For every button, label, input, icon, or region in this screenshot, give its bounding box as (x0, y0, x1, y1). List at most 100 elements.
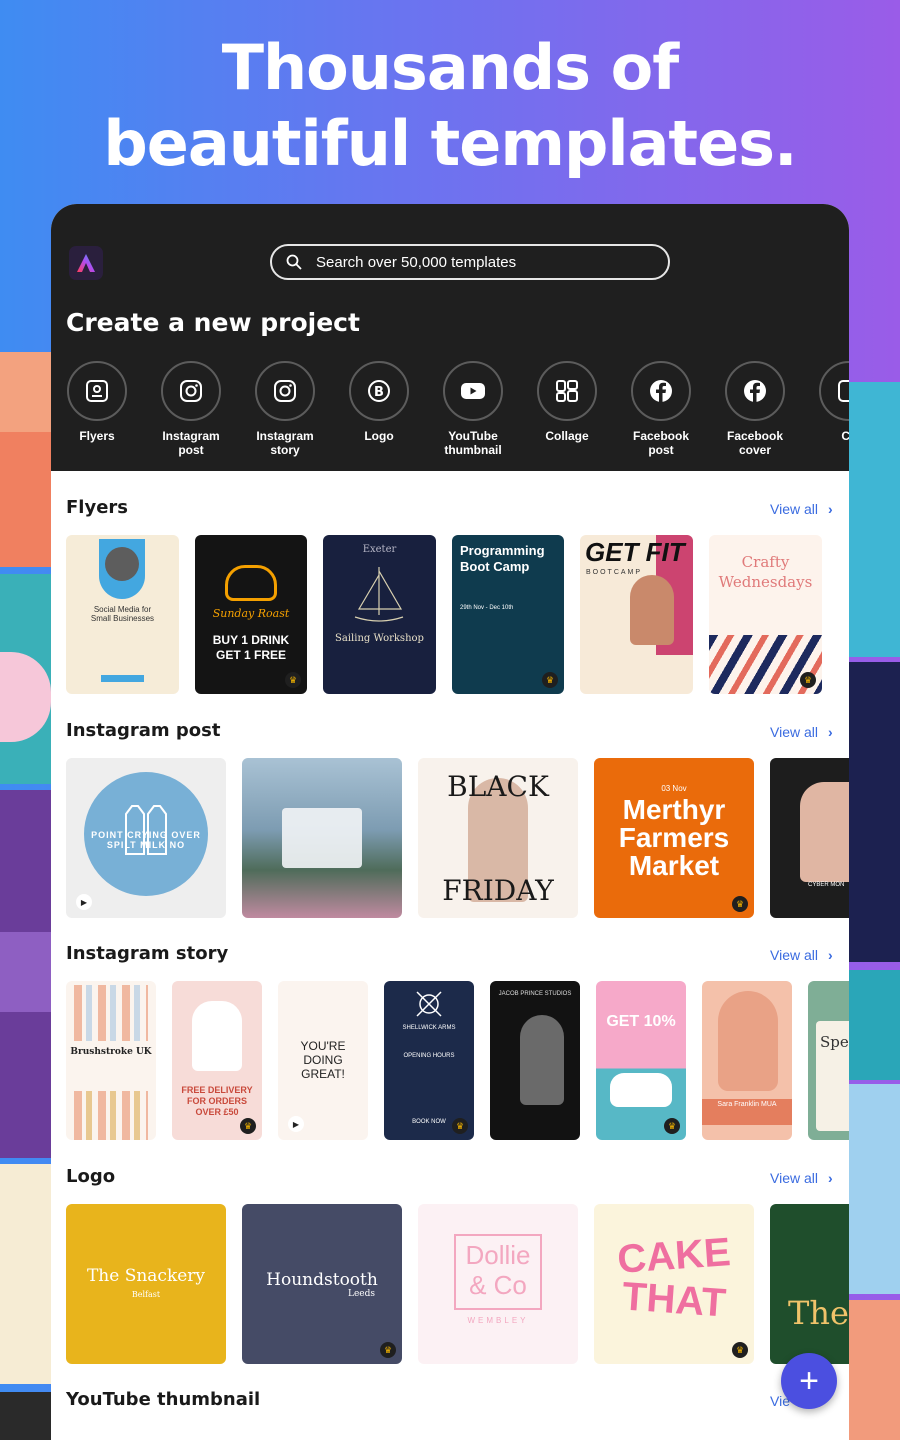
card-text: FOR ORDERS (186, 1096, 247, 1106)
template-card[interactable] (242, 758, 402, 918)
add-project-button[interactable]: + (781, 1353, 837, 1409)
template-card[interactable]: GET 10% ♛ (596, 981, 686, 1140)
search-placeholder: Search over 50,000 templates (316, 253, 517, 271)
view-all-flyers[interactable]: View all › (770, 501, 833, 517)
type-label-2: post (178, 443, 204, 457)
facebook-icon (650, 380, 672, 402)
template-card[interactable]: Crafty Wednesdays ♛ (709, 535, 822, 694)
create-title: Create a new project (66, 308, 360, 337)
template-card[interactable]: Brushstroke UK (66, 981, 156, 1140)
chevron-right-icon: › (828, 1170, 833, 1186)
card-text: Belfast (131, 1290, 161, 1299)
template-card[interactable]: Sara Franklin MUA (702, 981, 792, 1140)
template-card[interactable]: FREE DELIVERY FOR ORDERS OVER £50 ♛ (172, 981, 262, 1140)
section-title-logo: Logo (66, 1166, 116, 1187)
search-icon (286, 254, 302, 270)
card-text: CYBER MON (808, 882, 845, 888)
premium-crown-icon: ♛ (732, 1342, 748, 1358)
play-icon: ▶ (76, 894, 92, 910)
template-card[interactable]: JACOB PRINCE STUDIOS (490, 981, 580, 1140)
premium-crown-icon: ♛ (240, 1118, 256, 1134)
card-text: WEMBLEY (467, 1316, 529, 1325)
premium-crown-icon: ♛ (542, 672, 558, 688)
app-logo-icon[interactable] (69, 246, 103, 280)
template-card[interactable]: CAKE THAT ♛ (594, 1204, 754, 1364)
card-text: Houndstooth (266, 1270, 378, 1290)
card-text: Spe (820, 1033, 849, 1051)
template-card[interactable]: YOU'RE DOING GREAT! ▶ (278, 981, 368, 1140)
card-text: 29th Nov - Dec 10th (460, 605, 514, 611)
left-collage (0, 352, 51, 1440)
card-text: BOOTCAMP (586, 569, 643, 576)
headline-line-2: beautiful templates. (103, 107, 797, 180)
type-label-2: post (648, 443, 674, 457)
card-text: Small Businesses (90, 614, 155, 623)
type-logo[interactable]: B Logo (332, 361, 426, 443)
view-all-logo[interactable]: View all › (770, 1170, 833, 1186)
section-title-instagram-story: Instagram story (66, 943, 229, 964)
logo-b-icon: B (368, 380, 390, 402)
search-input[interactable]: Search over 50,000 templates (270, 244, 670, 280)
card-text: FREE DELIVERY (181, 1085, 253, 1095)
type-youtube-thumbnail[interactable]: YouTube thumbnail (426, 361, 520, 457)
template-card[interactable]: POINT CRYING OVER SPILT MILK NO ▶ (66, 758, 226, 918)
premium-crown-icon: ♛ (380, 1342, 396, 1358)
view-all-instagram-post[interactable]: View all › (770, 724, 833, 740)
template-card[interactable]: Dollie & Co WEMBLEY (418, 1204, 578, 1364)
premium-crown-icon: ♛ (664, 1118, 680, 1134)
card-text: YOU'RE (300, 1039, 346, 1053)
view-all-instagram-story[interactable]: View all › (770, 947, 833, 963)
template-card[interactable]: The (770, 1204, 849, 1364)
template-card[interactable]: The Snackery Belfast (66, 1204, 226, 1364)
card-text: Wednesdays (718, 573, 813, 591)
type-instagram-story[interactable]: Instagram story (238, 361, 332, 457)
card-text: Crafty (741, 553, 790, 571)
type-label: Instagram (162, 429, 220, 443)
template-card[interactable]: Houndstooth Leeds ♛ (242, 1204, 402, 1364)
card-text: BLACK (447, 770, 549, 803)
card-text: Social Media for (93, 605, 152, 614)
template-card[interactable]: SHELLWICK ARMS OPENING HOURS BOOK NOW ♛ (384, 981, 474, 1140)
type-instagram-post[interactable]: Instagram post (144, 361, 238, 457)
card-text: GREAT! (301, 1067, 345, 1081)
card-text: GET 10% (606, 1013, 676, 1030)
card-text: FRIDAY (442, 874, 554, 907)
instagram-icon (180, 380, 202, 402)
type-facebook-cover[interactable]: Facebook cover (708, 361, 802, 457)
template-card[interactable]: 03 Nov Merthyr Farmers Market ♛ (594, 758, 754, 918)
type-collage[interactable]: Collage (520, 361, 614, 443)
template-card[interactable]: BLACK FRIDAY (418, 758, 578, 918)
chevron-right-icon: › (828, 947, 833, 963)
plus-icon: + (799, 1361, 819, 1400)
template-card[interactable]: Sunday Roast BUY 1 DRINK GET 1 FREE ♛ (195, 535, 307, 694)
app-screen: Search over 50,000 templates Create a ne… (51, 204, 849, 1440)
collage-icon (556, 380, 578, 402)
template-card[interactable]: GET FIT BOOTCAMP (580, 535, 693, 694)
type-label: Logo (364, 429, 394, 443)
type-label-2: thumbnail (444, 443, 502, 457)
type-flyers[interactable]: Flyers (51, 361, 144, 443)
youtube-icon (461, 383, 485, 399)
card-text: BUY 1 DRINK (212, 633, 290, 647)
chevron-right-icon: › (828, 724, 833, 740)
template-card[interactable]: Social Media for Small Businesses (66, 535, 179, 694)
template-card[interactable]: Spe (808, 981, 849, 1140)
type-card[interactable]: Ca (802, 361, 849, 443)
facebook-icon (744, 380, 766, 402)
type-label: Flyers (79, 429, 115, 443)
card-text: THAT (620, 1274, 728, 1326)
template-card[interactable]: CYBER MON (770, 758, 849, 918)
template-card[interactable]: Programming Boot Camp 29th Nov - Dec 10t… (452, 535, 564, 694)
card-text: Programming (460, 543, 545, 558)
template-card[interactable]: Exeter Sailing Workshop (323, 535, 436, 694)
card-text: JACOB PRINCE STUDIOS (498, 991, 572, 997)
svg-text:B: B (374, 385, 384, 400)
card-text: Sara Franklin MUA (717, 1101, 777, 1108)
card-text: GET 1 FREE (215, 648, 286, 662)
premium-crown-icon: ♛ (285, 672, 301, 688)
type-label: Collage (545, 429, 589, 443)
play-icon: ▶ (288, 1116, 304, 1132)
headline: Thousands of beautiful templates. (0, 30, 900, 182)
type-label: Ca (841, 429, 849, 443)
type-facebook-post[interactable]: Facebook post (614, 361, 708, 457)
